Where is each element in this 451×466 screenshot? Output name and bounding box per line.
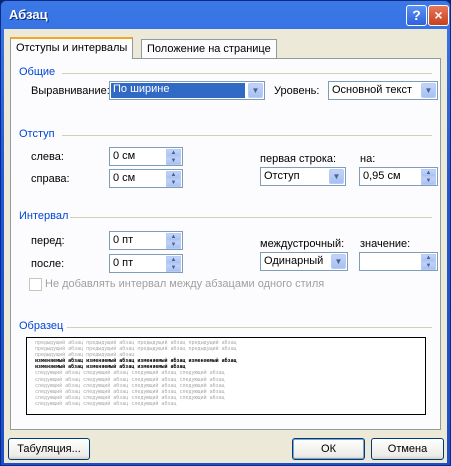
alignment-label: Выравнивание: <box>31 85 110 97</box>
chevron-down-icon[interactable]: ▼ <box>421 83 436 98</box>
general-heading: Общие <box>19 66 56 78</box>
indent-by-value: 0,95 см <box>363 170 401 182</box>
first-line-value: Отступ <box>264 170 300 182</box>
spin-down-icon[interactable]: ▼ <box>166 241 181 249</box>
line-spacing-label: междустрочный: <box>260 238 345 250</box>
indent-left-label: слева: <box>31 151 64 163</box>
tab-indents-spacing[interactable]: Отступы и интервалы <box>10 37 134 59</box>
close-button[interactable]: × <box>428 5 449 26</box>
tab-line-page-breaks[interactable]: Положение на странице <box>141 39 277 59</box>
spin-down-icon[interactable]: ▼ <box>421 177 436 185</box>
dialog-title: Абзац <box>9 7 48 22</box>
divider <box>67 327 432 328</box>
indent-heading: Отступ <box>19 128 55 140</box>
line-spacing-value: Одинарный <box>264 255 324 267</box>
indent-by-label: на: <box>360 153 376 165</box>
spin-down-icon[interactable]: ▼ <box>166 179 181 187</box>
chevron-down-icon[interactable]: ▼ <box>248 83 263 98</box>
cancel-button-label: Отмена <box>387 443 428 455</box>
preview-heading: Образец <box>19 320 64 332</box>
tab-label: Отступы и интервалы <box>16 42 128 54</box>
indent-left-value: 0 см <box>113 150 136 162</box>
chevron-down-icon[interactable]: ▼ <box>331 254 346 269</box>
first-line-label: первая строка: <box>260 153 337 165</box>
chevron-down-icon[interactable]: ▼ <box>329 169 344 184</box>
paragraph-preview: предыдущий абзац предыдущий абзац предыд… <box>26 337 426 415</box>
spacing-at-spinner[interactable]: ▲ ▼ <box>359 252 438 271</box>
line-spacing-select[interactable]: Одинарный ▼ <box>260 252 348 271</box>
spacing-before-label: перед: <box>31 235 65 247</box>
indent-by-spinner[interactable]: 0,95 см ▲ ▼ <box>359 167 438 186</box>
help-icon: ? <box>412 7 421 23</box>
dont-add-space-checkbox[interactable] <box>29 278 42 291</box>
spacing-heading: Интервал <box>19 210 69 222</box>
tab-label: Положение на странице <box>147 43 271 55</box>
spacing-after-spinner[interactable]: 0 пт ▲ ▼ <box>109 254 183 273</box>
spin-up-icon[interactable]: ▲ <box>166 149 181 157</box>
preview-next-line: следующий абзац следующий абзац следующи… <box>35 400 177 407</box>
paragraph-dialog: Абзац ? × Отступы и интервалы Положение … <box>0 0 451 466</box>
indent-right-spinner[interactable]: 0 см ▲ ▼ <box>109 169 183 188</box>
indent-right-label: справа: <box>31 173 70 185</box>
spin-up-icon[interactable]: ▲ <box>421 169 436 177</box>
spacing-before-spinner[interactable]: 0 пт ▲ ▼ <box>109 231 183 250</box>
spin-up-icon[interactable]: ▲ <box>166 233 181 241</box>
spacing-after-value: 0 пт <box>113 257 134 269</box>
spin-down-icon[interactable]: ▼ <box>166 264 181 272</box>
spin-up-icon[interactable]: ▲ <box>166 256 181 264</box>
spacing-after-label: после: <box>31 258 65 270</box>
tabs-button-label: Табуляция... <box>17 443 81 455</box>
alignment-select[interactable]: По ширине ▼ <box>109 81 265 100</box>
dont-add-space-label: Не добавлять интервал между абзацами одн… <box>45 278 325 290</box>
divider <box>62 135 432 136</box>
spacing-at-label: значение: <box>360 238 411 250</box>
divider <box>70 217 432 218</box>
tabs-button[interactable]: Табуляция... <box>8 438 90 460</box>
spin-up-icon[interactable]: ▲ <box>421 254 436 262</box>
first-line-select[interactable]: Отступ ▼ <box>260 167 346 186</box>
level-value: Основной текст <box>332 84 412 96</box>
ok-button[interactable]: ОК <box>292 438 365 460</box>
indent-right-value: 0 см <box>113 172 136 184</box>
alignment-value: По ширине <box>111 83 245 98</box>
spin-up-icon[interactable]: ▲ <box>166 171 181 179</box>
spacing-before-value: 0 пт <box>113 234 134 246</box>
dialog-body: Отступы и интервалы Положение на страниц… <box>4 29 447 463</box>
spin-down-icon[interactable]: ▼ <box>166 157 181 165</box>
indent-left-spinner[interactable]: 0 см ▲ ▼ <box>109 147 183 166</box>
ok-button-label: ОК <box>321 443 336 455</box>
close-icon: × <box>434 7 443 23</box>
title-bar[interactable]: Абзац ? × <box>1 1 450 29</box>
level-select[interactable]: Основной текст ▼ <box>328 81 438 100</box>
cancel-button[interactable]: Отмена <box>371 438 444 460</box>
help-button[interactable]: ? <box>406 5 427 26</box>
spin-down-icon[interactable]: ▼ <box>421 262 436 270</box>
level-label: Уровень: <box>274 85 320 97</box>
divider <box>62 73 432 74</box>
